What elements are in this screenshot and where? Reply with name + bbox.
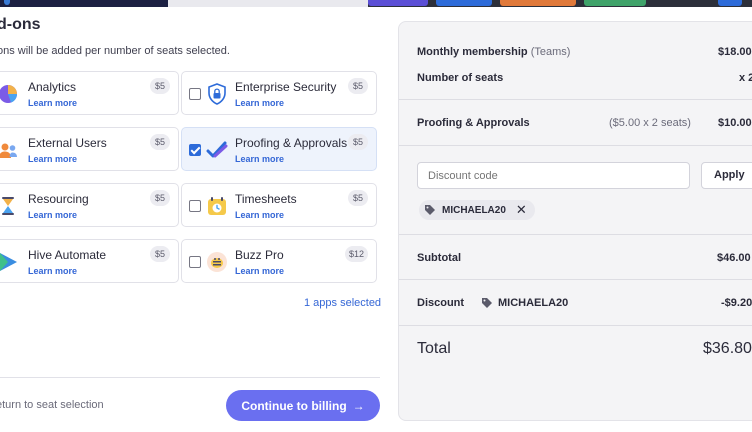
total-label: Total bbox=[417, 340, 451, 357]
addon-checkbox[interactable] bbox=[189, 256, 201, 268]
divider bbox=[399, 145, 752, 146]
discount-label: Discount bbox=[417, 297, 465, 309]
addon-name: Enterprise Security bbox=[235, 80, 337, 94]
checkmarks-icon bbox=[206, 141, 228, 158]
addon-card-external-users[interactable]: External Users Learn more $5 bbox=[0, 127, 179, 171]
addons-panel: d-ons ons will be added per number of se… bbox=[0, 7, 392, 432]
applied-coupon-chip: MICHAELA20 ✕ bbox=[419, 200, 535, 220]
addon-name: External Users bbox=[28, 136, 107, 150]
play-triangle-icon bbox=[0, 253, 17, 271]
membership-plan: (Teams) bbox=[530, 46, 571, 58]
discount-code: MICHAELA20 bbox=[498, 297, 569, 309]
continue-to-billing-button[interactable]: Continue to billing → bbox=[226, 390, 380, 421]
addon-price: $5 bbox=[150, 246, 170, 262]
learn-more-link[interactable]: Learn more bbox=[235, 154, 284, 164]
addon-card-buzz-pro[interactable]: Buzz Pro Learn more $12 bbox=[181, 239, 377, 283]
tag-icon bbox=[482, 298, 492, 308]
addon-card-enterprise-security[interactable]: Enterprise Security Learn more $5 bbox=[181, 71, 377, 115]
return-to-seat-selection-link[interactable]: eturn to seat selection bbox=[0, 399, 104, 411]
tag-icon bbox=[425, 205, 435, 215]
learn-more-link[interactable]: Learn more bbox=[235, 98, 284, 108]
addon-price: $5 bbox=[348, 190, 368, 206]
remove-coupon-icon[interactable]: ✕ bbox=[516, 203, 527, 216]
addon-card-hive-automate[interactable]: Hive Automate Learn more $5 bbox=[0, 239, 179, 283]
addon-name: Proofing & Approvals bbox=[235, 136, 348, 150]
addon-card-proofing-approvals[interactable]: Proofing & Approvals Learn more $5 bbox=[181, 127, 377, 171]
addon-name: Timesheets bbox=[235, 192, 297, 206]
addon-price: $12 bbox=[344, 246, 368, 262]
divider bbox=[399, 279, 752, 280]
proofing-label: Proofing & Approvals bbox=[417, 117, 530, 129]
addon-name: Buzz Pro bbox=[235, 248, 284, 262]
divider bbox=[0, 377, 380, 378]
discount-code-input[interactable] bbox=[417, 162, 690, 189]
app-logo bbox=[0, 0, 168, 7]
seats-label: Number of seats bbox=[417, 72, 504, 84]
proofing-value: $10.00 bbox=[718, 117, 752, 129]
addons-modal: d-ons ons will be added per number of se… bbox=[0, 7, 752, 432]
learn-more-link[interactable]: Learn more bbox=[28, 98, 77, 108]
continue-label: Continue to billing bbox=[241, 398, 347, 413]
arrow-right-icon: → bbox=[352, 398, 365, 413]
pie-chart-icon bbox=[0, 85, 18, 103]
learn-more-link[interactable]: Learn more bbox=[235, 266, 284, 276]
divider bbox=[399, 99, 752, 100]
users-icon bbox=[0, 143, 17, 158]
apply-discount-button[interactable]: Apply bbox=[701, 162, 752, 189]
coupon-code: MICHAELA20 bbox=[442, 204, 506, 216]
divider bbox=[399, 234, 752, 235]
addon-name: Hive Automate bbox=[28, 248, 107, 262]
global-search[interactable] bbox=[168, 0, 368, 7]
addon-card-timesheets[interactable]: Timesheets Learn more $5 bbox=[181, 183, 377, 227]
subtotal-label: Subtotal bbox=[417, 252, 461, 264]
divider bbox=[399, 325, 752, 326]
buzz-button[interactable] bbox=[368, 0, 428, 6]
bee-icon bbox=[207, 252, 227, 272]
apps-selected-count: 1 apps selected bbox=[304, 297, 382, 309]
learn-more-link[interactable]: Learn more bbox=[28, 154, 77, 164]
shield-lock-icon bbox=[208, 83, 226, 105]
addon-name: Resourcing bbox=[28, 192, 89, 206]
addon-checkbox[interactable] bbox=[189, 88, 201, 100]
upgrade-button[interactable] bbox=[500, 0, 576, 6]
addon-checkbox[interactable] bbox=[189, 200, 201, 212]
addon-price: $5 bbox=[150, 190, 170, 206]
order-summary: Monthly membership (Teams) $18.00 Number… bbox=[398, 21, 752, 421]
learn-more-link[interactable]: Learn more bbox=[28, 266, 77, 276]
addon-card-analytics[interactable]: Analytics Learn more $5 bbox=[0, 71, 179, 115]
subtotal-value: $46.00 bbox=[717, 252, 751, 264]
addon-name: Analytics bbox=[28, 80, 77, 94]
hourglass-icon bbox=[2, 197, 14, 215]
addon-price: $5 bbox=[150, 78, 170, 94]
seats-value: x 2 bbox=[739, 72, 752, 84]
addon-price: $5 bbox=[348, 78, 368, 94]
proofing-calc: ($5.00 x 2 seats) bbox=[609, 117, 691, 129]
addon-price: $5 bbox=[348, 134, 368, 150]
membership-label: Monthly membership bbox=[417, 46, 528, 58]
invite-button[interactable] bbox=[584, 0, 646, 6]
addon-card-resourcing[interactable]: Resourcing Learn more $5 bbox=[0, 183, 179, 227]
new-button[interactable] bbox=[436, 0, 492, 6]
top-app-bar bbox=[0, 0, 752, 7]
calendar-clock-icon bbox=[208, 197, 226, 215]
total-value: $36.80 bbox=[703, 340, 752, 357]
modal-subtitle: ons will be added per number of seats se… bbox=[0, 45, 230, 57]
modal-title: d-ons bbox=[0, 16, 41, 33]
help-button[interactable] bbox=[718, 0, 742, 6]
discount-value: -$9.20 bbox=[721, 297, 752, 309]
addon-price: $5 bbox=[150, 134, 170, 150]
membership-value: $18.00 bbox=[718, 46, 752, 58]
addon-checkbox[interactable] bbox=[189, 144, 201, 156]
learn-more-link[interactable]: Learn more bbox=[28, 210, 77, 220]
learn-more-link[interactable]: Learn more bbox=[235, 210, 284, 220]
